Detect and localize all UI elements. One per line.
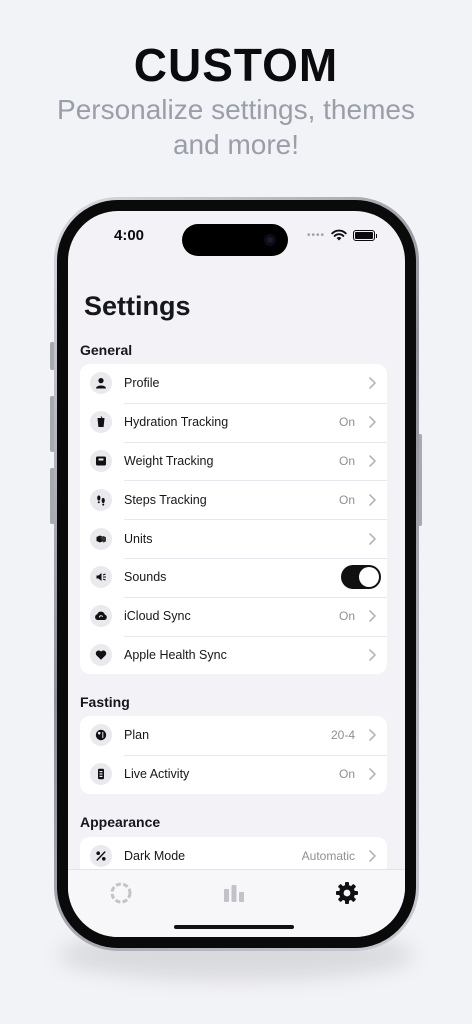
phone-screen: 4:00 •••• Settings General Profile Hydra… (68, 211, 405, 937)
settings-row-profile[interactable]: Profile (80, 364, 387, 403)
chevron-right-icon (363, 416, 381, 428)
bar-chart-icon (224, 885, 244, 902)
settings-row-value: On (338, 492, 355, 507)
tab-settings[interactable] (334, 880, 360, 906)
settings-row-hydration[interactable]: Hydration Tracking On (80, 402, 387, 442)
settings-row-icloud-sync[interactable]: iCloud Sync On (80, 596, 387, 636)
dynamic-island (182, 224, 288, 256)
settings-row-label: Units (124, 531, 153, 546)
settings-row-apple-health-sync[interactable]: Apple Health Sync (80, 635, 387, 675)
section-title-general: General (80, 342, 133, 358)
chevron-right-icon (363, 768, 381, 780)
settings-row-label: Plan (124, 728, 150, 743)
percent-icon (90, 845, 112, 868)
phone-frame: 4:00 •••• Settings General Profile Hydra… (54, 197, 419, 951)
cup-icon (90, 411, 112, 434)
chevron-right-icon (363, 610, 381, 622)
settings-row-label: Apple Health Sync (124, 647, 227, 662)
settings-row-label: iCloud Sync (124, 609, 191, 624)
chevron-right-icon (363, 377, 381, 390)
chevron-right-icon (363, 850, 381, 863)
page-title: Settings (84, 291, 191, 321)
chevron-right-icon (363, 729, 381, 742)
settings-row-value: On (338, 767, 355, 782)
phone-activity-icon (90, 763, 112, 786)
toggle-knob (359, 567, 379, 588)
tab-bar (68, 869, 405, 937)
settings-row-label: Dark Mode (124, 849, 186, 864)
battery-icon (353, 229, 377, 241)
settings-row-label: Steps Tracking (124, 492, 207, 507)
chevron-right-icon (363, 649, 381, 661)
cloud-sync-icon (90, 605, 112, 628)
camera-icon (264, 234, 276, 246)
settings-row-units[interactable]: Units (80, 519, 387, 558)
heart-icon (90, 643, 112, 666)
settings-row-value: On (338, 453, 355, 468)
settings-row-sounds: Sounds (80, 557, 387, 597)
fasting-card: Plan 20-4 Live Activity On (80, 716, 387, 794)
settings-row-value: On (338, 609, 355, 624)
tab-timer[interactable] (108, 880, 134, 906)
person-icon (90, 372, 112, 395)
settings-row-live-activity[interactable]: Live Activity On (80, 754, 387, 794)
settings-row-label: Weight Tracking (124, 453, 214, 468)
settings-row-label: Profile (124, 376, 160, 391)
section-title-appearance: Appearance (80, 814, 161, 830)
plate-clock-icon (90, 724, 112, 747)
chevron-right-icon (363, 493, 381, 506)
speaker-icon (90, 566, 112, 589)
settings-row-label: Hydration Tracking (124, 415, 229, 430)
settings-row-value: On (338, 415, 355, 430)
gear-icon (336, 882, 358, 904)
settings-row-value: 20-4 (330, 728, 355, 743)
scale-icon (90, 449, 112, 472)
cubes-icon (90, 527, 112, 550)
settings-row-label: Sounds (124, 570, 167, 585)
status-time: 4:00 (114, 227, 145, 244)
settings-row-plan[interactable]: Plan 20-4 (80, 716, 387, 755)
chevron-right-icon (363, 532, 381, 545)
chevron-right-icon (363, 455, 381, 467)
footsteps-icon (90, 488, 112, 511)
general-card: Profile Hydration Tracking On Weight Tra… (80, 364, 387, 675)
settings-row-value: Automatic (301, 849, 355, 864)
status-icons: •••• (306, 229, 377, 241)
promo-title: CUSTOM (133, 39, 339, 91)
sounds-toggle[interactable] (341, 565, 381, 590)
settings-row-steps[interactable]: Steps Tracking On (80, 480, 387, 519)
signal-dots-icon: •••• (306, 229, 325, 241)
wifi-icon (331, 229, 347, 241)
phone-bezel: 4:00 •••• Settings General Profile Hydra… (57, 200, 416, 948)
section-title-fasting: Fasting (80, 694, 130, 710)
promo-subtitle: Personalize settings, themes and more! (57, 94, 415, 160)
home-indicator (174, 925, 294, 929)
settings-row-weight[interactable]: Weight Tracking On (80, 441, 387, 481)
tab-stats[interactable] (221, 880, 247, 906)
ring-progress-icon (110, 882, 132, 904)
settings-row-label: Live Activity (124, 767, 190, 782)
